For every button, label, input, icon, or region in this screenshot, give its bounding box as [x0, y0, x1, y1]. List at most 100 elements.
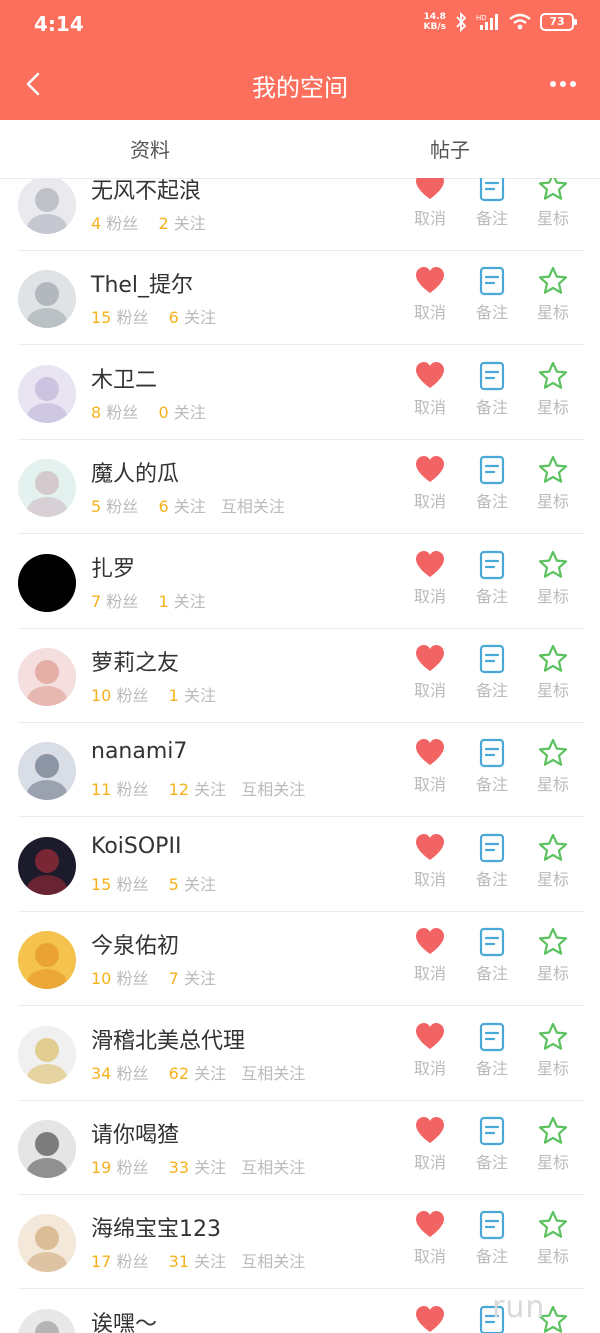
avatar[interactable] — [18, 459, 76, 518]
user-name[interactable]: 滑稽北美总代理 — [91, 1023, 245, 1055]
note-button[interactable]: 备注 — [467, 832, 517, 890]
star-button[interactable]: 星标 — [528, 265, 578, 323]
list-item[interactable]: nanami7 11 粉丝 12 关注 互相关注 取消 备注 星标 — [0, 723, 600, 818]
note-label: 备注 — [475, 775, 508, 795]
cancel-label: 取消 — [413, 681, 446, 700]
avatar[interactable] — [18, 836, 76, 895]
user-name[interactable]: 请你喝猹 — [91, 1117, 179, 1149]
star-button[interactable]: 星标 — [528, 1021, 578, 1079]
avatar[interactable] — [18, 1214, 76, 1273]
user-name[interactable]: 诶嘿～ — [91, 1306, 157, 1333]
cancel-follow-button[interactable]: 取消 — [405, 549, 455, 607]
avatar[interactable] — [18, 270, 76, 329]
note-button[interactable]: 备注 — [467, 926, 517, 984]
fans-label: 粉丝 — [116, 1158, 149, 1177]
star-button[interactable]: 星标 — [528, 360, 578, 418]
note-label: 备注 — [475, 681, 508, 700]
mutual-follow-badge: 互相关注 — [241, 1063, 306, 1083]
heart-icon — [416, 361, 444, 388]
cancel-follow-button[interactable]: 取消 — [405, 454, 455, 512]
note-button[interactable]: 备注 — [467, 178, 517, 229]
avatar[interactable] — [18, 1120, 76, 1178]
star-button[interactable]: 星标 — [528, 832, 578, 890]
note-label: 备注 — [475, 303, 508, 323]
cancel-follow-button[interactable]: 取消 — [405, 1304, 455, 1333]
note-label: 备注 — [475, 1153, 508, 1172]
note-button[interactable]: 备注 — [467, 360, 517, 418]
note-button[interactable]: 备注 — [467, 1021, 517, 1079]
avatar[interactable] — [18, 742, 76, 801]
note-button[interactable]: 备注 — [467, 737, 517, 795]
follows-count: 31 — [168, 1252, 190, 1272]
avatar[interactable] — [18, 648, 76, 706]
avatar-image — [18, 178, 76, 234]
note-button[interactable]: 备注 — [467, 1115, 517, 1173]
avatar[interactable] — [18, 553, 76, 612]
fans-count: 34 — [91, 1063, 112, 1083]
note-button[interactable]: 备注 — [467, 454, 517, 512]
network-speed-value: 14.8 — [423, 12, 446, 22]
note-button[interactable]: 备注 — [467, 1209, 517, 1267]
star-button[interactable]: 星标 — [528, 737, 578, 795]
note-icon — [479, 267, 505, 296]
star-button[interactable]: 星标 — [528, 454, 578, 512]
follows-label: 关注 — [194, 1158, 227, 1177]
follows-count: 1 — [168, 686, 179, 705]
cancel-follow-button[interactable]: 取消 — [405, 832, 455, 890]
list-item[interactable]: 滑稽北美总代理 34 粉丝 62 关注 互相关注 取消 备注 星标 — [0, 1007, 600, 1101]
list-item[interactable]: 木卫二 8 粉丝 0 关注 取消 备注 星标 — [0, 346, 600, 440]
cancel-follow-button[interactable]: 取消 — [405, 360, 455, 418]
tab-profile[interactable]: 资料 — [90, 134, 210, 163]
cancel-follow-button[interactable]: 取消 — [405, 1209, 455, 1267]
fans-label: 粉丝 — [116, 1252, 149, 1272]
list-item[interactable]: 海绵宝宝123 17 粉丝 31 关注 互相关注 取消 备注 星标 — [0, 1195, 600, 1290]
list-item[interactable]: 请你喝猹 19 粉丝 33 关注 互相关注 取消 备注 星标 — [0, 1101, 600, 1195]
cancel-label: 取消 — [413, 492, 446, 512]
star-button[interactable]: 星标 — [528, 1209, 578, 1267]
list-item[interactable]: 魔人的瓜 5 粉丝 6 关注 互相关注 取消 备注 星标 — [0, 440, 600, 535]
list-item[interactable]: 无风不起浪 4 粉丝 2 关注 取消 备注 星标 — [0, 178, 600, 251]
user-name[interactable]: KoiSOPII — [91, 834, 181, 859]
star-icon — [538, 456, 568, 483]
cancel-follow-button[interactable]: 取消 — [405, 265, 455, 323]
cancel-follow-button[interactable]: 取消 — [405, 643, 455, 701]
list-item[interactable]: Thel_提尔 15 粉丝 6 关注 取消 备注 星标 — [0, 251, 600, 346]
star-button[interactable]: 星标 — [528, 926, 578, 984]
cancel-follow-button[interactable]: 取消 — [405, 737, 455, 795]
cancel-follow-button[interactable]: 取消 — [405, 1115, 455, 1173]
list-item[interactable]: 今泉佑初 10 粉丝 7 关注 取消 备注 星标 — [0, 912, 600, 1007]
list-item[interactable]: 萝莉之友 10 粉丝 1 关注 取消 备注 星标 — [0, 629, 600, 723]
cancel-follow-button[interactable]: 取消 — [405, 178, 455, 229]
star-button[interactable]: 星标 — [528, 643, 578, 701]
user-name[interactable]: 今泉佑初 — [91, 928, 179, 960]
star-button[interactable]: 星标 — [528, 549, 578, 607]
note-button[interactable]: 备注 — [467, 643, 517, 701]
avatar[interactable] — [18, 931, 76, 990]
avatar[interactable] — [18, 364, 76, 423]
cancel-follow-button[interactable]: 取消 — [405, 926, 455, 984]
user-name[interactable]: 海绵宝宝123 — [91, 1211, 221, 1243]
user-name[interactable]: nanami7 — [91, 739, 187, 764]
more-icon[interactable] — [548, 72, 578, 96]
user-name[interactable]: 扎罗 — [91, 551, 135, 583]
list-item[interactable]: KoiSOPII 15 粉丝 5 关注 取消 备注 星标 — [0, 818, 600, 912]
avatar[interactable] — [18, 1025, 76, 1084]
user-name[interactable]: Thel_提尔 — [91, 267, 193, 299]
user-name[interactable]: 魔人的瓜 — [91, 456, 179, 488]
user-name[interactable]: 木卫二 — [91, 362, 157, 394]
star-button[interactable]: 星标 — [528, 178, 578, 229]
list-item[interactable]: 扎罗 7 粉丝 1 关注 取消 备注 星标 — [0, 535, 600, 629]
fans-count: 15 — [91, 874, 112, 894]
heart-icon — [416, 645, 444, 671]
star-button[interactable]: 星标 — [528, 1115, 578, 1173]
avatar[interactable] — [18, 1308, 76, 1333]
avatar[interactable] — [18, 178, 76, 234]
user-name[interactable]: 萝莉之友 — [91, 645, 179, 677]
cancel-follow-button[interactable]: 取消 — [405, 1021, 455, 1079]
fans-count: 15 — [91, 308, 112, 328]
tab-posts[interactable]: 帖子 — [390, 134, 510, 163]
note-button[interactable]: 备注 — [467, 265, 517, 323]
fans-label: 粉丝 — [116, 969, 149, 989]
note-button[interactable]: 备注 — [467, 549, 517, 607]
user-name[interactable]: 无风不起浪 — [91, 178, 201, 205]
